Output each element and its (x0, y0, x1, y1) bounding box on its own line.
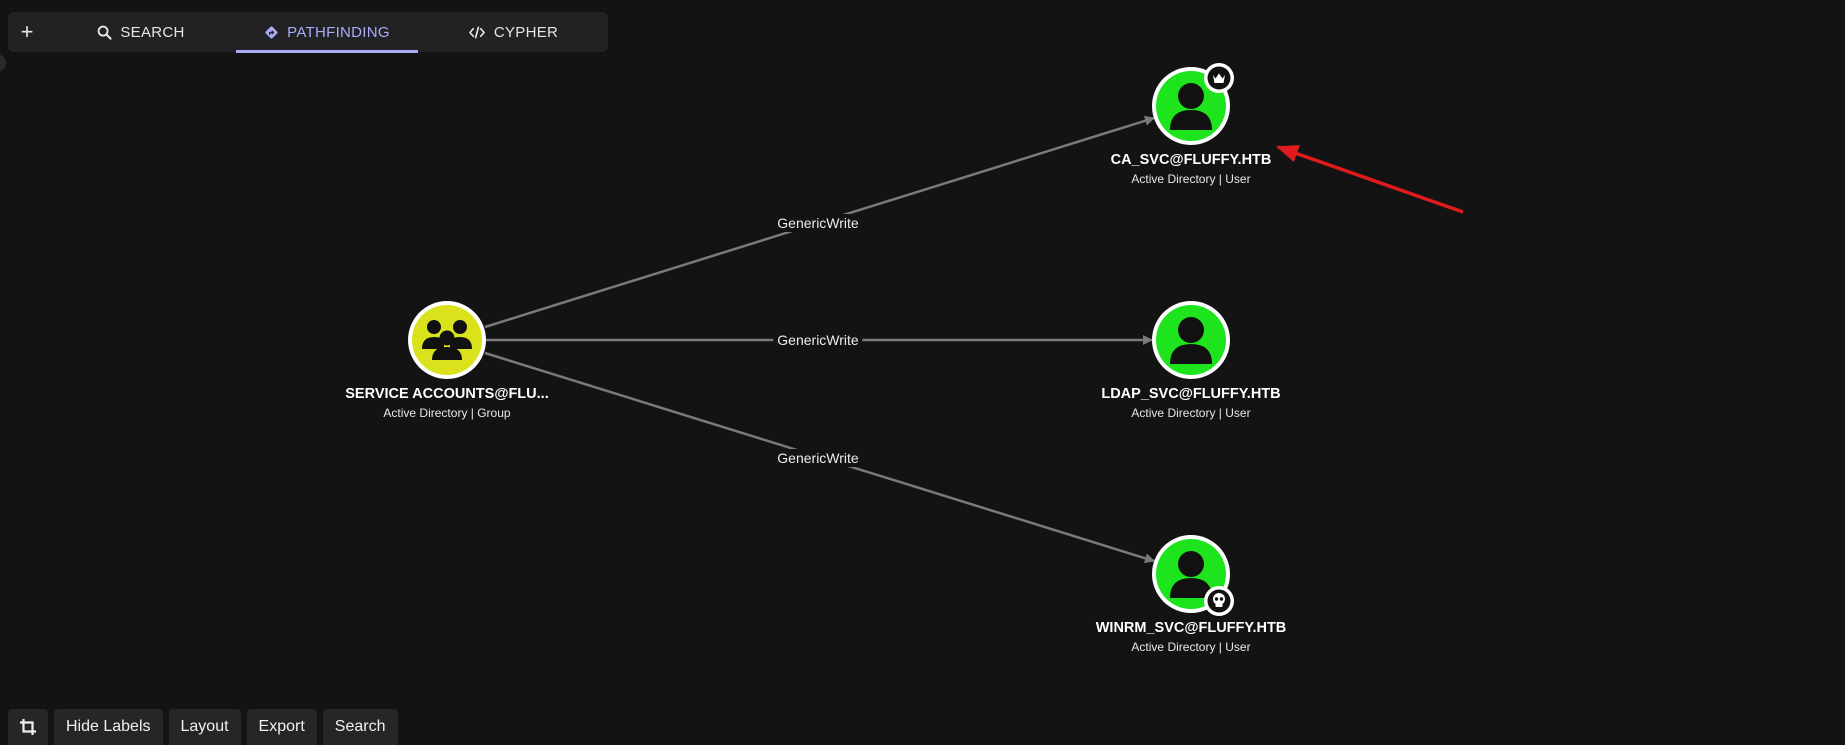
layout-button[interactable]: Layout (168, 709, 241, 745)
bottom-toolbar: Hide Labels Layout Export Search (8, 709, 398, 745)
node-label-ldap-svc: LDAP_SVC@FLUFFY.HTB Active Directory | U… (1101, 386, 1280, 420)
node-name: WINRM_SVC@FLUFFY.HTB (1095, 620, 1287, 636)
node-label-service-accounts: SERVICE ACCOUNTS@FLU... Active Directory… (345, 386, 548, 420)
crop-icon (20, 719, 36, 735)
search-button[interactable]: Search (322, 709, 398, 745)
node-service-accounts[interactable] (408, 301, 486, 379)
hide-labels-button[interactable]: Hide Labels (54, 709, 163, 745)
node-kind: Active Directory | User (1131, 172, 1251, 186)
graph-canvas[interactable] (0, 0, 1845, 741)
edge-label-to-ca: GenericWrite (773, 214, 863, 232)
node-ldap-svc[interactable] (1152, 301, 1230, 379)
edge-label-to-ldap: GenericWrite (773, 331, 863, 349)
node-ca-svc[interactable] (1152, 63, 1234, 145)
node-name: LDAP_SVC@FLUFFY.HTB (1101, 386, 1281, 402)
crop-button[interactable] (8, 709, 48, 745)
node-kind: Active Directory | Group (383, 406, 511, 420)
node-kind: Active Directory | User (1131, 640, 1251, 654)
export-button[interactable]: Export (246, 709, 317, 745)
skull-icon (1204, 586, 1234, 616)
node-label-ca-svc: CA_SVC@FLUFFY.HTB Active Directory | Use… (1111, 152, 1272, 186)
node-label-winrm-svc: WINRM_SVC@FLUFFY.HTB Active Directory | … (1096, 620, 1287, 654)
annotation-arrow (1276, 145, 1464, 214)
node-name: SERVICE ACCOUNTS@FLU... (345, 386, 549, 402)
node-kind: Active Directory | User (1131, 406, 1251, 420)
edge-label-to-winrm: GenericWrite (773, 449, 863, 467)
node-winrm-svc[interactable] (1152, 535, 1234, 616)
crown-icon (1204, 63, 1234, 93)
node-name: CA_SVC@FLUFFY.HTB (1110, 152, 1272, 168)
